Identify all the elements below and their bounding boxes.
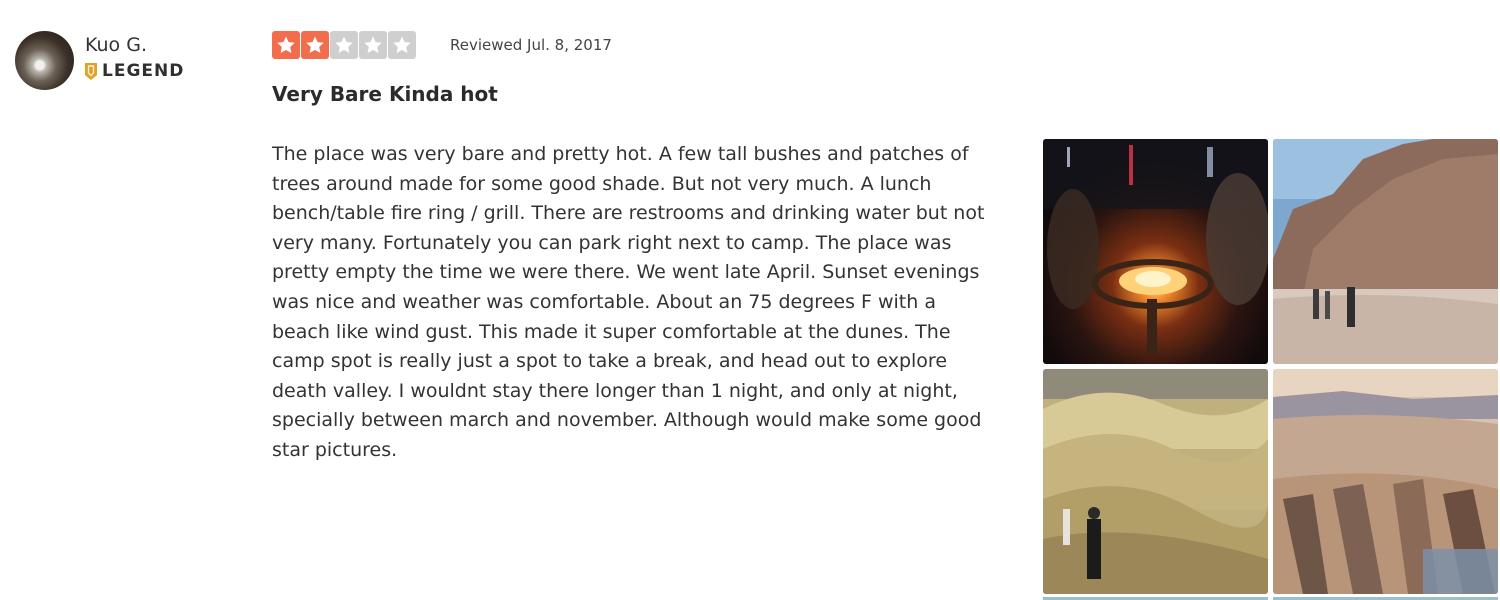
star-rating [272,31,417,59]
dunes-legs-photo[interactable] [1273,369,1498,594]
review-body: The place was very bare and pretty hot. … [272,143,985,461]
star-1-icon [272,31,300,59]
star-3-icon [330,31,358,59]
star-5-icon [388,31,416,59]
reviewer-avatar[interactable] [15,31,74,90]
legend-badge-icon [85,62,97,80]
badge-label: LEGEND [102,61,185,81]
legend-badge: LEGEND [84,61,184,81]
review-title: Very Bare Kinda hot [272,82,498,106]
review-date: Reviewed Jul. 8, 2017 [450,36,612,54]
badlands-photo[interactable] [1043,369,1268,594]
canyon-hikers-photo[interactable] [1273,139,1498,364]
review-photo-grid [1043,139,1498,600]
reviewer-name[interactable]: Kuo G. [85,34,147,56]
star-2-icon [301,31,329,59]
campfire-photo[interactable] [1043,139,1268,364]
star-4-icon [359,31,387,59]
